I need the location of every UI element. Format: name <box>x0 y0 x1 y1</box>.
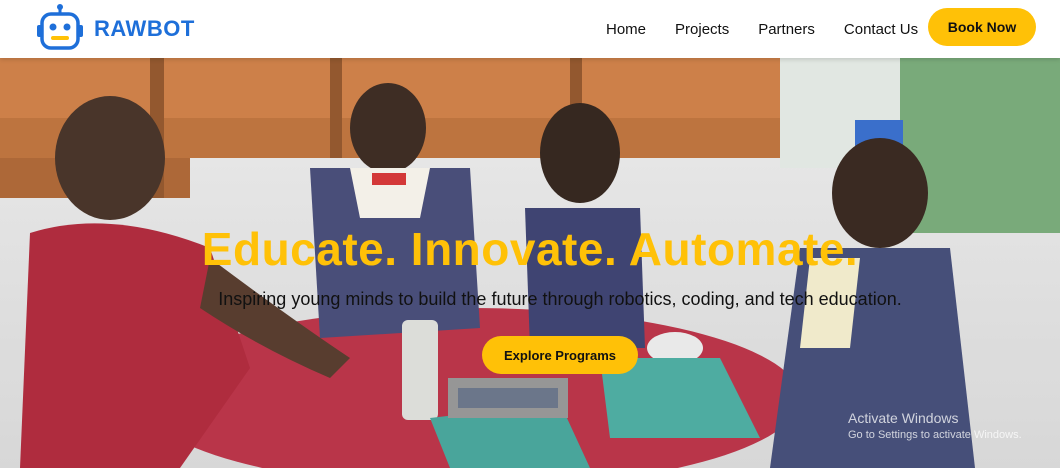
brand[interactable]: RAWBOT <box>32 3 195 55</box>
nav-link-partners[interactable]: Partners <box>758 21 815 38</box>
navbar: RAWBOT Home Projects Partners Contact Us… <box>0 0 1060 58</box>
nav-link-contact-us[interactable]: Contact Us <box>844 21 918 38</box>
watermark-title: Activate Windows <box>848 410 959 426</box>
book-now-button[interactable]: Book Now <box>928 8 1036 46</box>
watermark-subtitle: Go to Settings to activate Windows. <box>848 429 1022 441</box>
brand-name: RAWBOT <box>94 16 195 41</box>
main-nav: Home Projects Partners Contact Us <box>606 0 918 58</box>
explore-programs-button[interactable]: Explore Programs <box>482 336 638 374</box>
robot-head-icon <box>37 4 83 50</box>
activate-windows-watermark: Activate Windows Go to Settings to activ… <box>848 410 1022 441</box>
hero-title: Educate. Innovate. Automate. <box>201 223 859 275</box>
nav-link-home[interactable]: Home <box>606 21 646 38</box>
nav-link-projects[interactable]: Projects <box>675 21 729 38</box>
hero-section: Educate. Innovate. Automate. Inspiring y… <box>0 58 1060 468</box>
hero-subtitle: Inspiring young minds to build the futur… <box>218 289 902 309</box>
